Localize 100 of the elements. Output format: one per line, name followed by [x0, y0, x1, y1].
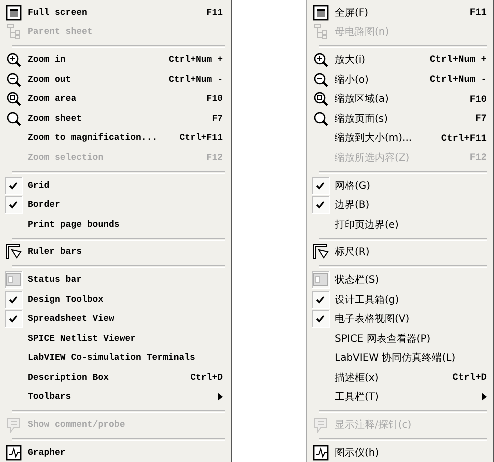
item-label: Zoom selection: [28, 152, 104, 163]
menu-item[interactable]: 缩放页面(s) F7: [309, 108, 493, 129]
menu-item[interactable]: 电子表格视图(V): [309, 309, 493, 329]
item-label: Description Box: [28, 372, 110, 383]
checkmark-icon: [9, 201, 18, 210]
item-label: Zoom out: [28, 74, 72, 85]
item-label: LabVIEW Co-simulation Terminals: [28, 353, 196, 364]
menu-item[interactable]: Full screen F11: [2, 3, 231, 23]
magnifier-icon: [6, 110, 22, 127]
item-label: 工具栏(T): [335, 390, 379, 404]
menu-item[interactable]: Status bar: [2, 270, 231, 290]
shortcut-label: F7: [211, 114, 223, 124]
checkmark-icon: [316, 201, 325, 210]
checkmark-icon: [316, 315, 325, 324]
window-icon: [6, 4, 22, 21]
checkmark-icon: [316, 182, 325, 190]
item-label: Spreadsheet View: [28, 314, 114, 324]
item-label: 全屏(F): [335, 6, 369, 20]
menu-item[interactable]: 网格(G): [309, 176, 493, 196]
shortcut-label: F10: [468, 94, 487, 105]
item-label: 设计工具箱(g): [335, 294, 400, 307]
menu-item[interactable]: 放大(i) Ctrl+Num +: [309, 50, 493, 70]
item-label: Grid: [28, 180, 50, 191]
shortcut-label: F12: [206, 152, 223, 163]
menu-item[interactable]: LabVIEW Co-simulation Terminals: [2, 348, 231, 368]
shortcut-label: Ctrl+F11: [440, 132, 487, 144]
item-label: Ruler bars: [28, 247, 82, 258]
item-label: Parent sheet: [28, 27, 93, 38]
submenu-arrow-icon: [482, 393, 487, 402]
menu-item[interactable]: Grapher: [2, 442, 231, 462]
shortcut-label: Ctrl+D: [452, 372, 487, 384]
magnifier-icon: [6, 91, 22, 108]
menu-item[interactable]: LabVIEW 协同仿真终端(L): [309, 348, 493, 368]
menu-item[interactable]: Description Box Ctrl+D: [2, 368, 231, 388]
checkmark-icon: [9, 315, 18, 324]
menu-item[interactable]: Toolbars: [2, 388, 231, 408]
menu-item[interactable]: Zoom in Ctrl+Num +: [2, 50, 231, 70]
menu-item[interactable]: 描述框(x) Ctrl+D: [309, 368, 493, 388]
menu-item[interactable]: SPICE Netlist Viewer: [2, 328, 231, 348]
zoom-out-icon: [312, 72, 328, 88]
menu-item[interactable]: Zoom sheet F7: [2, 108, 231, 129]
menu-item[interactable]: 缩放区域(a) F10: [309, 89, 493, 109]
menu-item[interactable]: 状态栏(S): [309, 270, 493, 290]
item-label: 边界(B): [335, 198, 370, 212]
item-label: Zoom to magnification...: [28, 133, 158, 144]
hierarchy-icon: [6, 24, 22, 40]
checkmark-icon: [316, 296, 325, 304]
menu-item[interactable]: 边界(B): [309, 195, 493, 215]
menu-item[interactable]: 图示仪(h): [309, 442, 493, 462]
item-label: 图示仪(h): [335, 446, 380, 460]
shortcut-label: F11: [206, 8, 223, 18]
menu-item[interactable]: 全屏(F) F11: [309, 3, 493, 23]
menu-item[interactable]: 缩放到大小(m)... Ctrl+F11: [309, 128, 493, 148]
menu-item[interactable]: 打印页边界(e): [309, 214, 493, 235]
menu-item[interactable]: Spreadsheet View: [2, 309, 231, 329]
item-label: 放大(i): [335, 54, 366, 67]
shortcut-label: Ctrl+Num -: [168, 74, 223, 85]
menu-item[interactable]: Ruler bars: [2, 242, 231, 262]
item-label: 缩放区域(a): [335, 92, 389, 106]
shortcut-label: F7: [474, 113, 487, 124]
item-label: 缩放所选内容(Z): [335, 152, 410, 165]
item-label: Grapher: [28, 448, 66, 458]
speech-bubble-icon: [6, 417, 22, 434]
menu-item[interactable]: Print page bounds: [2, 214, 231, 235]
checkmark-icon: [9, 182, 18, 190]
menu-item[interactable]: SPICE 网表查看器(P): [309, 328, 493, 348]
graph-icon: [312, 444, 328, 461]
item-label: 缩放页面(s): [335, 112, 388, 126]
window-icon: [312, 4, 328, 21]
menu-item[interactable]: Design Toolbox: [2, 290, 231, 310]
menu-item[interactable]: Zoom out Ctrl+Num -: [2, 70, 231, 90]
menu-item[interactable]: Border: [2, 195, 231, 215]
item-label: 描述框(x): [335, 372, 379, 385]
item-label: 网格(G): [335, 180, 371, 193]
menu-item[interactable]: Zoom area F10: [2, 89, 231, 109]
speech-bubble-icon: [312, 417, 328, 434]
item-label: 缩放到大小(m)...: [335, 132, 412, 146]
item-label: Print page bounds: [28, 220, 120, 230]
menu-item[interactable]: 缩小(o) Ctrl+Num -: [309, 70, 493, 90]
item-label: Zoom area: [28, 94, 77, 104]
item-label: LabVIEW 协同仿真终端(L): [335, 352, 456, 366]
ruler-icon: [312, 244, 328, 260]
menu-item[interactable]: 标尺(R): [309, 242, 493, 262]
item-label: 缩小(o): [335, 74, 369, 87]
item-label: Zoom in: [28, 54, 66, 65]
menu-item[interactable]: 设计工具箱(g): [309, 290, 493, 310]
submenu-arrow-icon: [218, 393, 223, 402]
shortcut-label: Ctrl+Num -: [428, 74, 487, 86]
zoom-in-icon: [6, 52, 22, 68]
shortcut-label: Ctrl+D: [190, 372, 223, 383]
menu-item[interactable]: Grid: [2, 176, 231, 196]
item-label: 显示注释/探针(c): [335, 418, 412, 432]
item-label: 母电路图(n): [335, 26, 390, 40]
menu-item[interactable]: Zoom to magnification... Ctrl+F11: [2, 128, 231, 148]
item-label: 标尺(R): [335, 246, 370, 260]
item-label: 打印页边界(e): [335, 218, 399, 232]
item-label: Zoom sheet: [28, 114, 82, 124]
shortcut-label: Ctrl+Num +: [428, 54, 487, 66]
menu-item[interactable]: 工具栏(T): [309, 388, 493, 408]
zoom-out-icon: [6, 72, 22, 88]
